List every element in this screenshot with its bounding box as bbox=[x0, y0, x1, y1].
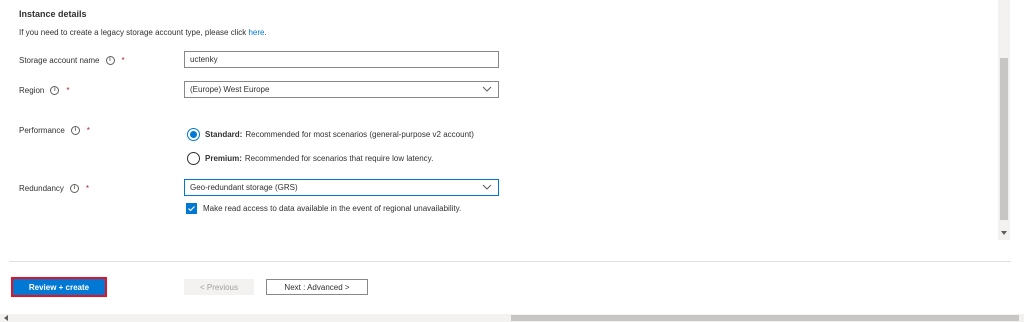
storage-account-name-label-text: Storage account name bbox=[19, 56, 100, 65]
review-create-button[interactable]: Review + create bbox=[11, 277, 107, 297]
chevron-down-icon bbox=[482, 86, 492, 92]
redundancy-select-value: Geo-redundant storage (GRS) bbox=[190, 183, 298, 192]
standard-desc: Recommended for most scenarios (general-… bbox=[245, 130, 474, 139]
radio-button-premium[interactable] bbox=[187, 152, 200, 165]
region-select-value: (Europe) West Europe bbox=[190, 85, 270, 94]
required-mark: * bbox=[66, 86, 70, 95]
required-mark: * bbox=[121, 56, 125, 65]
redundancy-label-text: Redundancy bbox=[19, 184, 64, 193]
region-select[interactable]: (Europe) West Europe bbox=[184, 81, 499, 98]
redundancy-label: Redundancy i * bbox=[19, 184, 89, 193]
instance-details-section: Instance details If you need to create a… bbox=[0, 0, 998, 240]
legacy-link[interactable]: here bbox=[248, 28, 264, 37]
scroll-arrow-down-icon[interactable] bbox=[1000, 230, 1008, 236]
required-mark: * bbox=[86, 126, 90, 135]
read-access-checkbox-row[interactable]: Make read access to data available in th… bbox=[186, 203, 461, 214]
performance-option-premium[interactable]: Premium: Recommended for scenarios that … bbox=[187, 152, 433, 165]
next-advanced-button[interactable]: Next : Advanced > bbox=[266, 279, 368, 295]
vertical-scroll-thumb[interactable] bbox=[1000, 58, 1008, 220]
footer-divider bbox=[9, 261, 1011, 262]
region-label: Region i * bbox=[19, 86, 69, 95]
performance-label-text: Performance bbox=[19, 126, 65, 135]
region-label-text: Region bbox=[19, 86, 45, 95]
chevron-down-icon bbox=[482, 184, 492, 190]
legacy-note-text: If you need to create a legacy storage a… bbox=[19, 28, 247, 37]
legacy-note: If you need to create a legacy storage a… bbox=[19, 28, 267, 37]
legacy-note-end: . bbox=[264, 28, 267, 37]
info-icon[interactable]: i bbox=[50, 86, 60, 95]
required-mark: * bbox=[85, 184, 90, 193]
redundancy-select[interactable]: Geo-redundant storage (GRS) bbox=[184, 179, 499, 196]
performance-option-standard[interactable]: Standard: Recommended for most scenarios… bbox=[187, 128, 474, 141]
read-access-label: Make read access to data available in th… bbox=[203, 204, 462, 213]
performance-label: Performance i * bbox=[19, 126, 90, 135]
radio-button-standard[interactable] bbox=[187, 128, 200, 141]
horizontal-scroll-thumb[interactable] bbox=[511, 315, 1019, 321]
storage-account-name-input[interactable]: uctenky bbox=[184, 51, 499, 68]
checkmark-icon bbox=[188, 206, 195, 212]
info-icon[interactable]: i bbox=[69, 184, 79, 193]
storage-account-name-label: Storage account name i * bbox=[19, 56, 125, 65]
scroll-arrow-left-icon[interactable] bbox=[3, 314, 9, 322]
standard-title: Standard: bbox=[205, 130, 243, 139]
vertical-scrollbar[interactable] bbox=[998, 0, 1010, 240]
premium-title: Premium: bbox=[205, 154, 242, 163]
info-icon[interactable]: i bbox=[105, 56, 115, 65]
info-icon[interactable]: i bbox=[70, 126, 80, 135]
previous-button[interactable]: < Previous bbox=[184, 279, 254, 295]
read-access-checkbox[interactable] bbox=[186, 203, 197, 214]
premium-desc: Recommended for scenarios that require l… bbox=[244, 154, 434, 163]
horizontal-scrollbar[interactable] bbox=[0, 314, 1024, 322]
section-title: Instance details bbox=[19, 9, 87, 19]
